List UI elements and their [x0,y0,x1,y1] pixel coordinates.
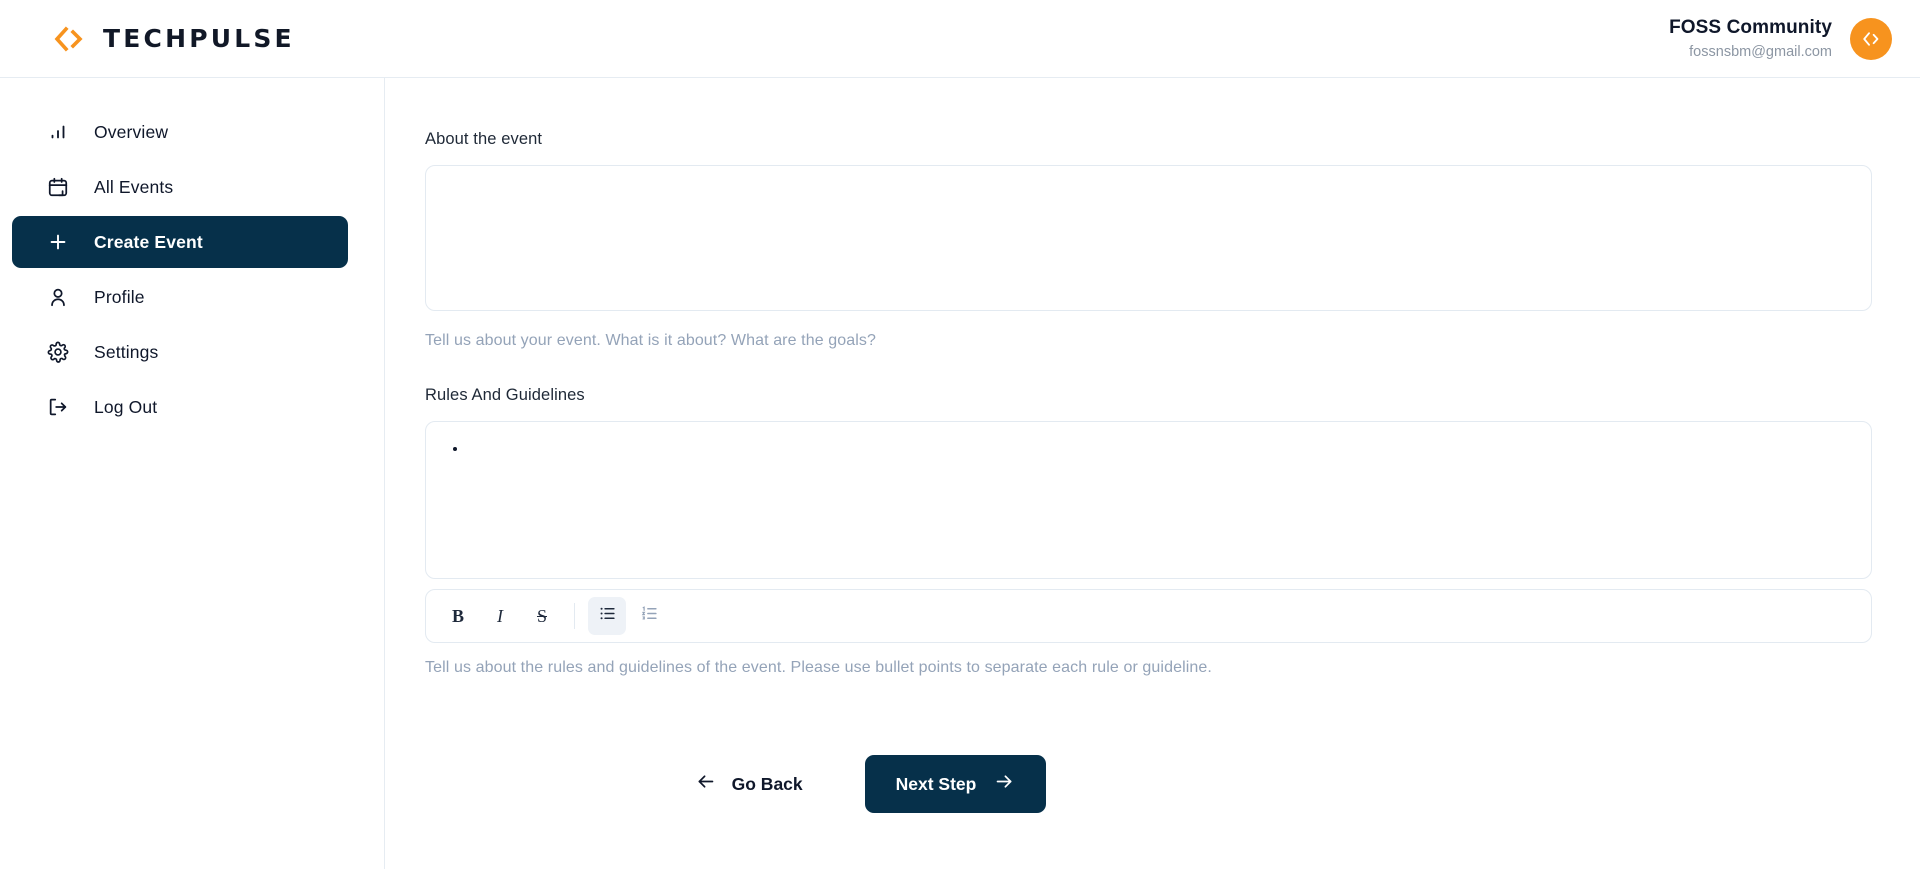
sidebar-item-log-out[interactable]: Log Out [12,381,348,433]
rules-guidelines-field-group: Rules And Guidelines B I S [425,386,1872,677]
logout-icon [46,395,70,419]
user-account-area[interactable]: FOSS Community fossnsbm@gmail.com [1669,16,1892,61]
app-root: TECHPULSE FOSS Community fossnsbm@gmail.… [0,0,1920,869]
about-event-field-group: About the event Tell us about your event… [425,130,1872,350]
rules-guidelines-label: Rules And Guidelines [425,386,585,404]
main-content: About the event Tell us about your event… [385,78,1920,869]
sidebar-item-create-event[interactable]: Create Event [12,216,348,268]
go-back-button[interactable]: Go Back [691,761,807,807]
rules-guidelines-helper-text: Tell us about the rules and guidelines o… [425,659,1212,676]
sidebar-item-label: Create Event [94,231,203,252]
toolbar-divider [574,603,575,629]
sidebar-item-all-events[interactable]: All Events [12,161,348,213]
sidebar-item-profile[interactable]: Profile [12,271,348,323]
form-actions: Go Back Next Step [425,755,1872,813]
next-step-label: Next Step [895,773,977,794]
brand-name: TECHPULSE [103,24,295,53]
bold-button[interactable]: B [439,597,477,635]
sidebar-item-label: Overview [94,121,169,142]
code-brackets-icon [52,22,86,56]
app-body: Overview All Events Create Event Profile… [0,78,1920,869]
user-info: FOSS Community fossnsbm@gmail.com [1669,16,1832,61]
about-event-label: About the event [425,130,543,148]
bullet-list-icon [598,604,617,628]
next-step-button[interactable]: Next Step [864,755,1047,813]
sidebar-item-label: Settings [94,341,159,362]
rules-bullet-list [448,436,1849,462]
italic-label: I [497,605,503,626]
bullet-list-button[interactable] [588,597,626,635]
bar-chart-icon [46,120,70,144]
arrow-left-icon [695,771,716,797]
calendar-icon [46,175,70,199]
sidebar-item-label: All Events [94,176,174,197]
brand-logo[interactable]: TECHPULSE [52,22,295,56]
ordered-list-button[interactable] [630,597,668,635]
app-header: TECHPULSE FOSS Community fossnsbm@gmail.… [0,0,1920,78]
italic-button[interactable]: I [481,597,519,635]
arrow-right-icon [994,771,1015,797]
avatar[interactable] [1850,17,1892,60]
strikethrough-label: S [536,605,547,626]
sidebar-item-overview[interactable]: Overview [12,106,348,158]
user-name: FOSS Community [1669,17,1832,39]
rules-guidelines-editor[interactable] [425,421,1872,579]
gear-icon [46,340,70,364]
user-email: fossnsbm@gmail.com [1689,43,1832,60]
sidebar-item-label: Log Out [94,396,158,417]
about-event-textarea[interactable] [425,165,1872,311]
plus-icon [46,230,70,254]
sidebar-nav: Overview All Events Create Event Profile… [12,106,348,433]
sidebar: Overview All Events Create Event Profile… [0,78,385,869]
code-brackets-icon [1863,31,1879,46]
sidebar-item-label: Profile [94,286,145,307]
editor-toolbar: B I S [425,589,1872,643]
sidebar-item-settings[interactable]: Settings [12,326,348,378]
go-back-label: Go Back [731,773,803,794]
strikethrough-button[interactable]: S [523,597,561,635]
about-event-helper-text: Tell us about your event. What is it abo… [425,332,876,349]
bold-label: B [451,605,464,626]
rules-bullet-item[interactable] [468,436,1849,462]
ordered-list-icon [640,604,659,628]
user-icon [46,285,70,309]
